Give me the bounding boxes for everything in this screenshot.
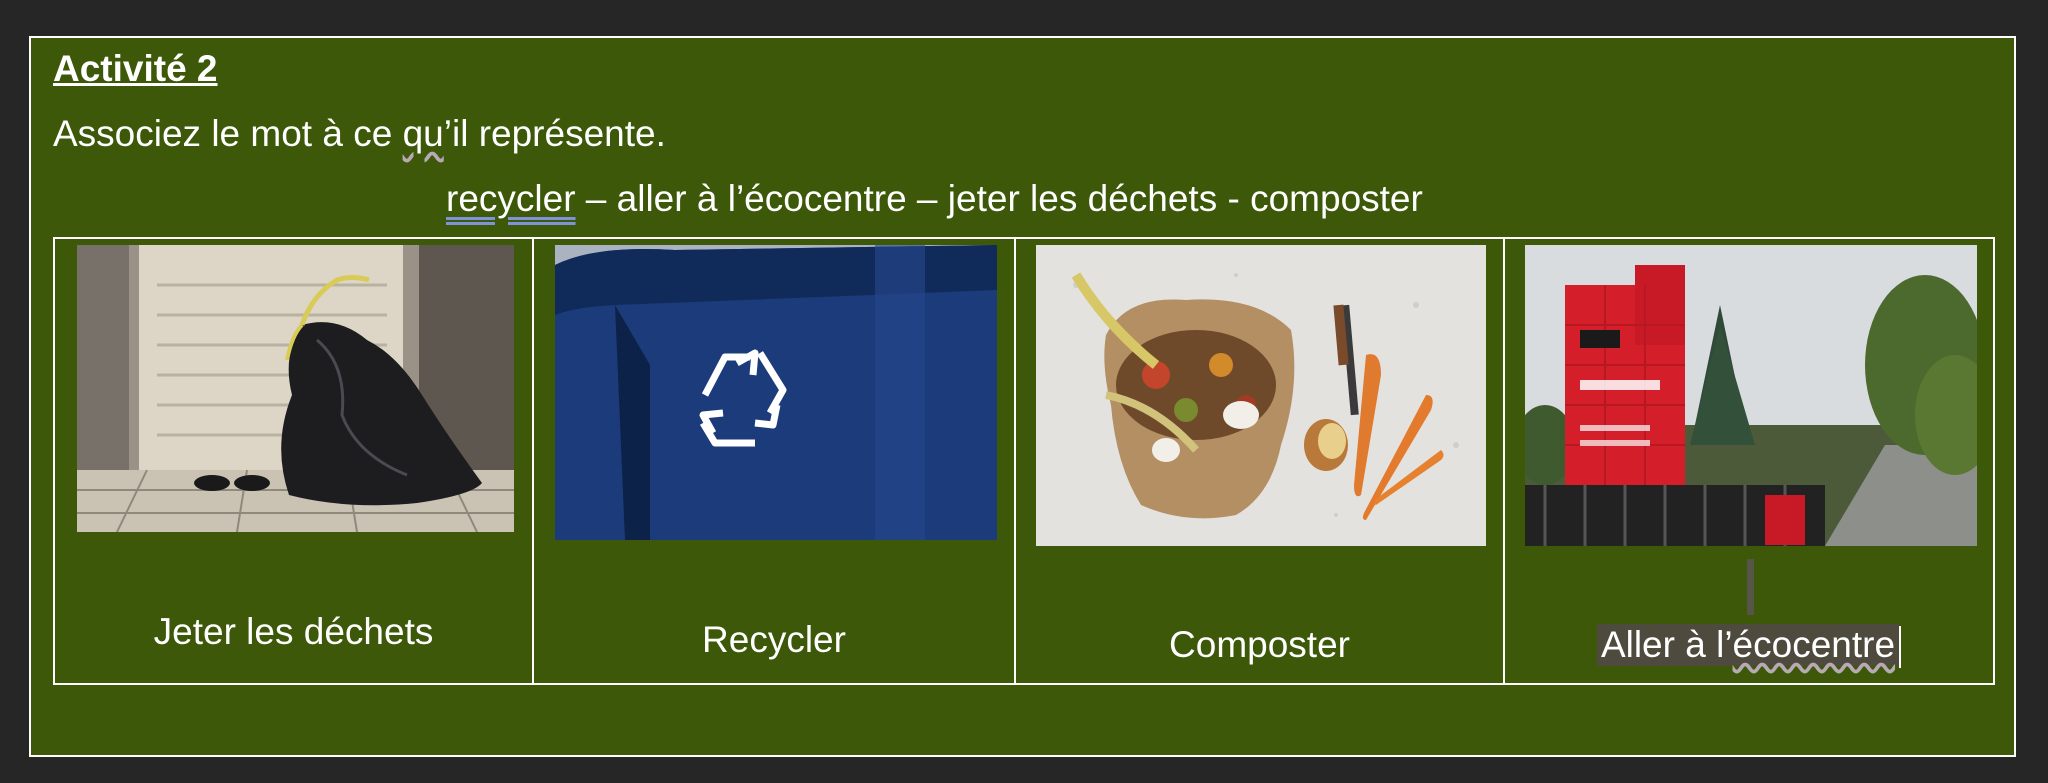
card-label: Recycler (702, 619, 846, 660)
table-cell[interactable]: Aller à l’écocentre (1503, 239, 1993, 683)
card-label: Jeter les déchets (153, 611, 434, 652)
instruction-part: ’il représente. (443, 113, 666, 154)
card-label: Composter (1169, 624, 1350, 665)
instruction-part: Associez le mot à ce (53, 113, 403, 154)
garbage-bag-photo (77, 245, 514, 532)
table-cell[interactable]: Jeter les déchets (55, 239, 532, 683)
recycling-bin-photo (555, 245, 997, 540)
document-page: Activité 2 Associez le mot à ce qu’il re… (29, 36, 2016, 757)
word-bank: recycler – aller à l’écocentre – jeter l… (446, 178, 1423, 220)
grammar-flag[interactable]: recycler (446, 178, 576, 219)
word-bank-rest: – aller à l’écocentre – jeter les déchet… (575, 178, 1423, 219)
text-cursor-handle[interactable] (1747, 559, 1754, 615)
table-cell[interactable]: Recycler (532, 239, 1014, 683)
spellcheck-flag[interactable]: qu (403, 113, 444, 154)
compost-photo (1036, 245, 1486, 546)
label-part: Aller à l’ (1600, 624, 1733, 665)
spellcheck-flag[interactable]: écocentre (1733, 624, 1896, 665)
image-table: Jeter les déchets Recycler Composter All… (53, 237, 1995, 685)
instruction-text: Associez le mot à ce qu’il représente. (53, 113, 666, 155)
ecocentre-sign-photo (1525, 245, 1977, 546)
text-selection[interactable]: Aller à l’écocentre (1596, 624, 1900, 666)
card-label-selected[interactable]: Aller à l’écocentre (1505, 624, 1993, 669)
activity-title: Activité 2 (53, 48, 218, 89)
table-cell[interactable]: Composter (1014, 239, 1503, 683)
text-caret (1899, 626, 1902, 669)
